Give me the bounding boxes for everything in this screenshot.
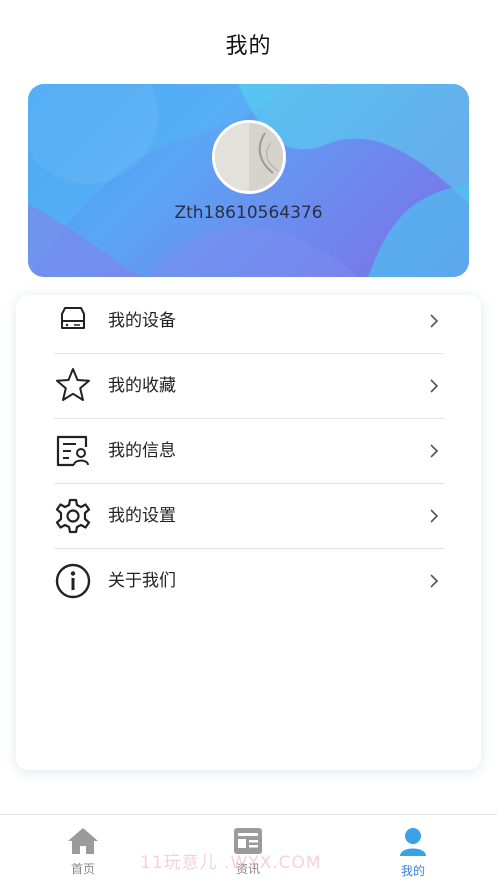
chevron-right-icon (430, 444, 439, 458)
device-icon (61, 307, 85, 329)
home-icon (68, 828, 98, 854)
user-icon (400, 828, 426, 856)
tab-label: 我的 (400, 864, 425, 878)
tab-news[interactable]: 资讯 (208, 815, 288, 884)
menu-item-settings[interactable]: 我的设置 (54, 484, 444, 549)
username: Zth18610564376 (174, 203, 323, 223)
avatar[interactable] (212, 120, 286, 194)
menu-label: 我的信息 (108, 441, 176, 461)
news-icon (234, 828, 262, 854)
avatar-photo (215, 123, 283, 191)
chevron-right-icon (430, 574, 439, 588)
tab-label: 资讯 (235, 862, 260, 876)
star-icon (56, 368, 90, 401)
bottom-tab-bar: 首页 资讯 我的 (0, 814, 497, 884)
tab-label: 首页 (70, 862, 95, 876)
menu-label: 我的设置 (108, 506, 176, 526)
menu-item-info[interactable]: 我的信息 (54, 419, 444, 484)
chevron-right-icon (430, 379, 439, 393)
menu-item-favorites[interactable]: 我的收藏 (54, 354, 444, 419)
info-icon (55, 563, 91, 599)
profile-info-icon (56, 435, 89, 467)
menu-item-about[interactable]: 关于我们 (54, 549, 444, 614)
tab-home[interactable]: 首页 (43, 815, 123, 884)
tab-mine[interactable]: 我的 (373, 815, 453, 884)
profile-banner: Zth18610564376 (28, 84, 469, 277)
menu-label: 我的收藏 (108, 376, 176, 396)
menu-label: 关于我们 (108, 571, 176, 591)
menu-item-devices[interactable]: 我的设备 (54, 289, 444, 354)
menu-label: 我的设备 (108, 311, 176, 331)
menu-card: 我的设备 我的收藏 我的信息 我的设置 关于我们 (16, 295, 481, 770)
page-title: 我的 (225, 34, 272, 59)
chevron-right-icon (430, 314, 439, 328)
chevron-right-icon (430, 509, 439, 523)
gear-icon (55, 498, 91, 534)
